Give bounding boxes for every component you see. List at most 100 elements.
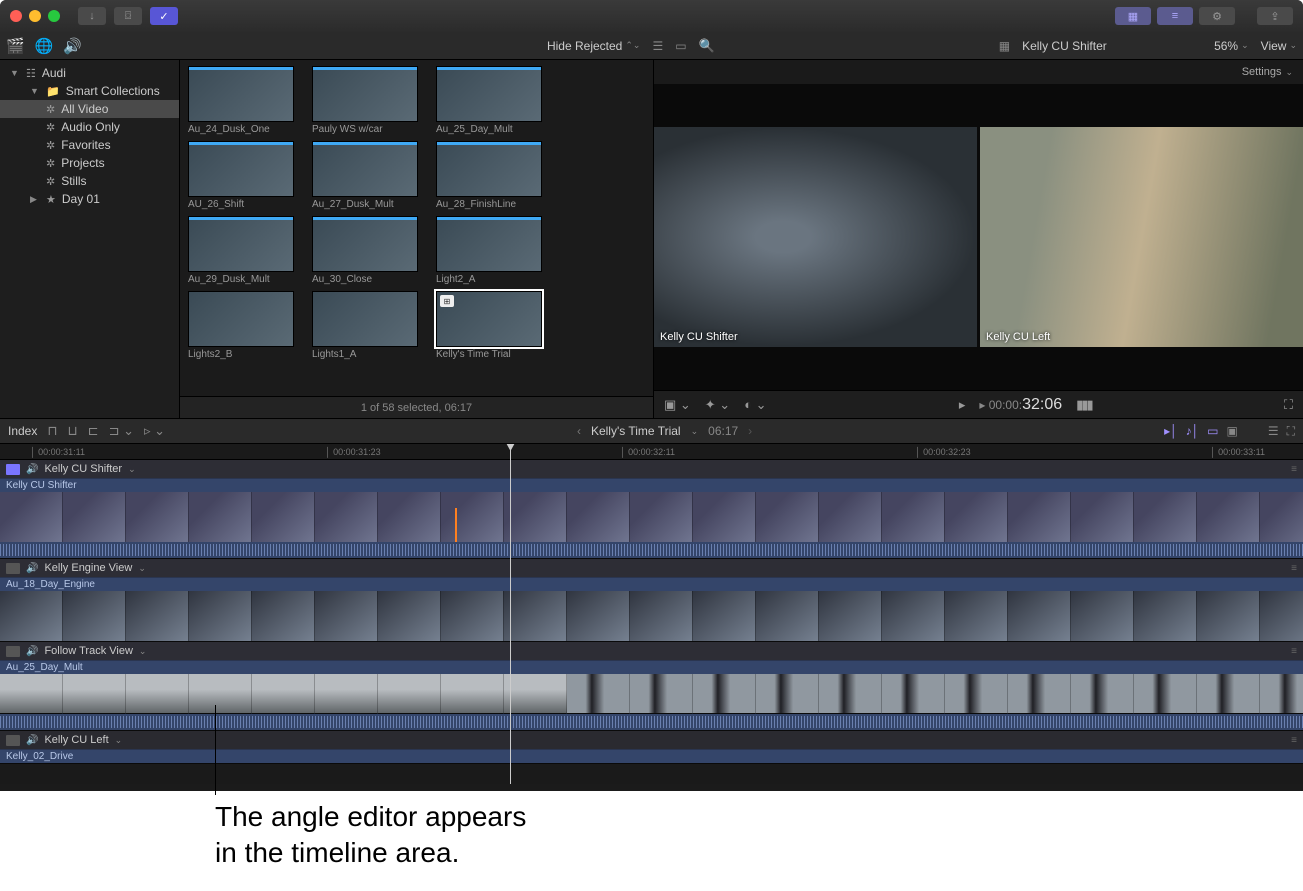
angle-preview-right[interactable]: Kelly CU Left <box>980 127 1303 347</box>
tools-popup[interactable]: ▹ ⌄ <box>144 423 165 439</box>
clip-thumbnail[interactable] <box>312 66 418 122</box>
timecode-display[interactable]: ▸ 00:00:32:06 <box>979 396 1062 414</box>
angle-name[interactable]: Kelly CU Left <box>44 734 108 746</box>
append-icon[interactable]: ⊏ <box>88 423 99 439</box>
filter-popup[interactable]: Hide Rejected ⌃⌄ <box>547 39 640 53</box>
background-tasks-button[interactable]: ✓ <box>150 7 178 25</box>
filmstrip[interactable] <box>0 492 1303 542</box>
angle-track[interactable]: 🔊 Kelly CU Left ⌄ ≡ Kelly_02_Drive <box>0 731 1303 764</box>
angle-name[interactable]: Kelly Engine View <box>44 562 132 574</box>
retime-popup[interactable]: ◐ ⌄ <box>744 397 766 413</box>
audio-waveform[interactable] <box>0 714 1303 730</box>
browser-toggle-button[interactable]: ▦ <box>1115 7 1151 25</box>
track-header[interactable]: 🔊 Kelly Engine View ⌄ ≡ <box>0 559 1303 577</box>
smart-collection-item[interactable]: ✲All Video <box>0 100 179 118</box>
minimize-window-button[interactable] <box>29 10 41 22</box>
angle-grid-icon[interactable]: ▦ <box>999 39 1010 53</box>
clip-appearance-icon[interactable]: ☰ <box>1268 424 1279 439</box>
clip-thumbnail[interactable] <box>188 291 294 347</box>
snapping-icon[interactable]: ▣ <box>1226 424 1237 439</box>
disclosure-triangle-icon[interactable]: ▶ <box>30 194 40 205</box>
clip-appearance-icon[interactable]: ☰ <box>652 39 663 53</box>
library-item[interactable]: ▼ ☷ Audi <box>0 64 179 82</box>
speaker-icon[interactable]: 🔊 <box>26 646 38 657</box>
clip-item[interactable]: ⊞Kelly's Time Trial <box>436 291 542 360</box>
clip-item[interactable]: Au_28_FinishLine <box>436 141 542 210</box>
clip-name-bar[interactable]: Au_18_Day_Engine <box>0 577 1303 591</box>
filmstrip[interactable] <box>0 591 1303 641</box>
audio-waveform[interactable] <box>0 542 1303 558</box>
share-button[interactable]: ⇪ <box>1257 7 1293 25</box>
clip-item[interactable]: Lights2_B <box>188 291 294 360</box>
angle-editor-timeline[interactable]: │ 00:00:31:11│ 00:00:31:23│ 00:00:32:11│… <box>0 444 1303 784</box>
clip-item[interactable]: Au_24_Dusk_One <box>188 66 294 135</box>
smart-collection-item[interactable]: ✲Projects <box>0 154 179 172</box>
timeline-fullscreen-icon[interactable]: ⛶ <box>1287 424 1295 439</box>
clip-item[interactable]: Au_30_Close <box>312 216 418 285</box>
speaker-icon[interactable]: 🔊 <box>26 735 38 746</box>
audio-meter-icon[interactable]: ▮▮▮ <box>1076 397 1091 413</box>
smart-collection-item[interactable]: ✲Stills <box>0 172 179 190</box>
smart-collections-folder[interactable]: ▼ 📁 Smart Collections <box>0 82 179 100</box>
disclosure-triangle-icon[interactable]: ▼ <box>10 68 20 78</box>
edit-point[interactable] <box>455 508 457 542</box>
event-item[interactable]: ▶ ★ Day 01 <box>0 190 179 208</box>
solo-icon[interactable]: ▭ <box>1207 424 1218 439</box>
zoom-popup[interactable]: 56% ⌄ <box>1214 39 1249 53</box>
fullscreen-icon[interactable]: ⛶ <box>1284 397 1293 413</box>
chevron-down-icon[interactable]: ⌄ <box>138 563 146 574</box>
smart-collection-item[interactable]: ✲Favorites <box>0 136 179 154</box>
clip-thumbnail[interactable] <box>312 291 418 347</box>
clip-name-bar[interactable]: Au_25_Day_Mult <box>0 660 1303 674</box>
smart-collection-item[interactable]: ✲Audio Only <box>0 118 179 136</box>
timeline-title[interactable]: Kelly's Time Trial <box>591 424 681 438</box>
connect-icon[interactable]: ⊓ <box>47 423 57 439</box>
skimming-icon[interactable]: ▸│ <box>1164 424 1178 439</box>
angle-preview-left[interactable]: Kelly CU Shifter <box>654 127 977 347</box>
filmstrip[interactable] <box>0 674 1303 714</box>
chevron-down-icon[interactable]: ⌄ <box>139 646 147 657</box>
clip-thumbnail[interactable] <box>436 216 542 272</box>
zoom-window-button[interactable] <box>48 10 60 22</box>
track-menu-icon[interactable]: ≡ <box>1291 464 1297 475</box>
angle-track[interactable]: 🔊 Kelly CU Shifter ⌄ ≡ Kelly CU Shifter <box>0 460 1303 559</box>
overwrite-icon[interactable]: ⊐ ⌄ <box>109 423 134 439</box>
audio-skim-icon[interactable]: ♪│ <box>1186 424 1200 439</box>
monitor-icon[interactable] <box>6 563 20 574</box>
track-menu-icon[interactable]: ≡ <box>1291 646 1297 657</box>
monitor-icon[interactable] <box>6 735 20 746</box>
clip-thumbnail[interactable] <box>312 216 418 272</box>
clip-name-bar[interactable]: Kelly_02_Drive <box>0 749 1303 763</box>
monitor-icon[interactable] <box>6 464 20 475</box>
titles-icon[interactable]: 🔊 <box>63 37 82 55</box>
track-menu-icon[interactable]: ≡ <box>1291 563 1297 574</box>
keyword-button[interactable]: ⌼ <box>114 7 142 25</box>
photos-icon[interactable]: 🌐 <box>35 37 54 55</box>
index-button[interactable]: Index <box>8 424 37 438</box>
clip-item[interactable]: Au_29_Dusk_Mult <box>188 216 294 285</box>
angle-viewer[interactable]: Kelly CU Shifter Kelly CU Left <box>654 84 1303 390</box>
angle-name[interactable]: Follow Track View <box>44 645 132 657</box>
clip-item[interactable]: Pauly WS w/car <box>312 66 418 135</box>
chevron-down-icon[interactable]: ⌄ <box>128 464 136 475</box>
disclosure-triangle-icon[interactable]: ▼ <box>30 86 40 96</box>
clip-item[interactable]: AU_26_Shift <box>188 141 294 210</box>
timeline-ruler[interactable]: │ 00:00:31:11│ 00:00:31:23│ 00:00:32:11│… <box>0 444 1303 460</box>
play-button[interactable]: ▸ <box>959 397 966 413</box>
clip-thumbnail[interactable] <box>436 141 542 197</box>
track-header[interactable]: 🔊 Kelly CU Shifter ⌄ ≡ <box>0 460 1303 478</box>
angle-track[interactable]: 🔊 Follow Track View ⌄ ≡ Au_25_Day_Mult <box>0 642 1303 731</box>
clip-thumbnail[interactable] <box>188 141 294 197</box>
filmstrip-icon[interactable]: ▭ <box>675 39 686 53</box>
speaker-icon[interactable]: 🔊 <box>26 563 38 574</box>
clip-item[interactable]: Au_27_Dusk_Mult <box>312 141 418 210</box>
view-popup[interactable]: View ⌄ <box>1261 39 1297 53</box>
library-view-icon[interactable]: 🎬 <box>6 37 25 55</box>
clip-name-bar[interactable]: Kelly CU Shifter <box>0 478 1303 492</box>
import-button[interactable]: ↓ <box>78 7 106 25</box>
insert-icon[interactable]: ⊔ <box>68 423 78 439</box>
chevron-down-icon[interactable]: ⌄ <box>115 735 123 746</box>
timeline-back-button[interactable]: ‹ <box>577 424 581 438</box>
monitor-icon[interactable] <box>6 646 20 657</box>
clip-item[interactable]: Lights1_A <box>312 291 418 360</box>
